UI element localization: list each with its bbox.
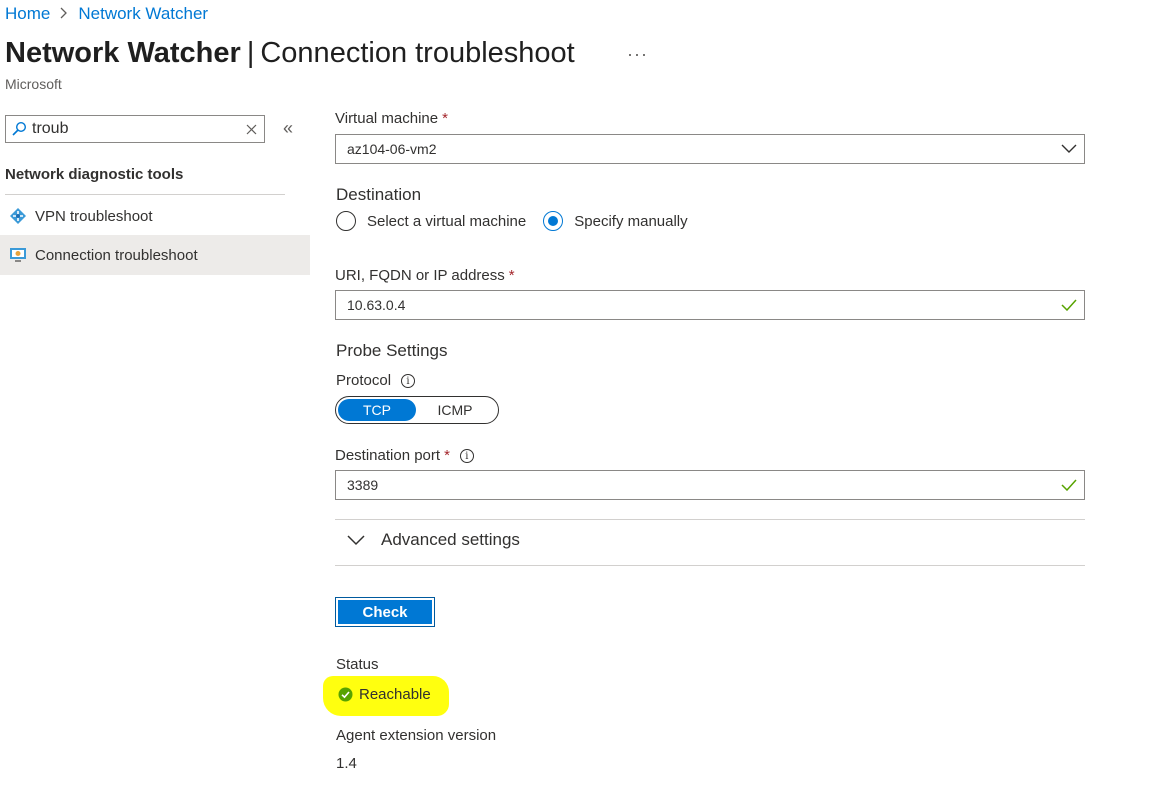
chevron-down-icon	[1054, 144, 1084, 154]
radio-specify-manually[interactable]: Specify manually	[543, 211, 688, 231]
checkmark-icon	[1054, 299, 1084, 311]
address-input-value: 10.63.0.4	[347, 297, 406, 313]
title-separator: |	[246, 37, 255, 69]
info-icon[interactable]: i	[401, 374, 416, 389]
breadcrumb: Home Network Watcher	[5, 4, 208, 24]
blade-name: Connection troubleshoot	[260, 37, 575, 69]
divider	[335, 519, 1085, 520]
radio-label: Specify manually	[574, 212, 688, 230]
status-text: Reachable	[359, 686, 431, 703]
clear-icon[interactable]	[238, 124, 264, 135]
advanced-settings-label: Advanced settings	[381, 530, 520, 549]
success-check-icon	[338, 687, 353, 702]
port-input-value: 3389	[347, 477, 379, 493]
vm-select[interactable]: az104-06-vm2	[335, 134, 1085, 164]
protocol-option-tcp[interactable]: TCP	[338, 399, 416, 421]
protocol-option-icmp[interactable]: ICMP	[416, 399, 494, 421]
chevron-right-icon	[60, 6, 68, 23]
radio-label: Select a virtual machine	[367, 212, 527, 230]
menu-search-box[interactable]: troub	[5, 115, 265, 143]
checkmark-icon	[1054, 479, 1084, 491]
info-icon[interactable]: i	[459, 449, 474, 464]
port-label-text: Destination port	[335, 447, 441, 464]
vpn-icon	[0, 207, 35, 225]
status-label: Status	[336, 656, 379, 673]
address-input[interactable]: 10.63.0.4	[335, 290, 1085, 320]
required-mark: *	[442, 110, 448, 127]
destination-title: Destination	[336, 185, 422, 204]
vm-label-text: Virtual machine	[335, 110, 439, 127]
status-value: Reachable	[338, 686, 431, 703]
publisher-label: Microsoft	[5, 76, 62, 92]
nav-group-title: Network diagnostic tools	[5, 166, 184, 183]
check-button[interactable]: Check	[335, 597, 435, 627]
port-label: Destination port * i	[335, 447, 474, 464]
divider	[335, 565, 1085, 566]
protocol-toggle[interactable]: TCP ICMP	[335, 396, 499, 424]
chevron-down-icon	[347, 534, 365, 546]
advanced-settings-expander[interactable]: Advanced settings	[347, 530, 520, 550]
vm-label: Virtual machine *	[335, 110, 448, 127]
collapse-menu-button[interactable]: «	[283, 118, 293, 139]
search-input[interactable]: troub	[32, 120, 238, 138]
protocol-label: Protocol i	[336, 372, 416, 389]
breadcrumb-home-link[interactable]: Home	[5, 4, 50, 24]
agent-version-label: Agent extension version	[336, 727, 497, 744]
monitor-icon	[0, 247, 35, 263]
destination-radio-group: Select a virtual machine Specify manuall…	[336, 211, 705, 231]
page-title: Network Watcher | Connection troubleshoot	[5, 37, 575, 70]
radio-select-vm[interactable]: Select a virtual machine	[336, 211, 526, 231]
breadcrumb-network-watcher-link[interactable]: Network Watcher	[78, 4, 208, 24]
sidebar-item-label: Connection troubleshoot	[35, 246, 198, 264]
required-mark: *	[508, 267, 515, 284]
address-label-text: URI, FQDN or IP address	[335, 267, 505, 284]
agent-version-value: 1.4	[336, 755, 357, 772]
probe-settings-title: Probe Settings	[336, 341, 448, 360]
more-options-button[interactable]: ···	[627, 44, 648, 65]
sidebar-item-connection-troubleshoot[interactable]: Connection troubleshoot	[0, 235, 310, 275]
vm-select-value: az104-06-vm2	[347, 141, 437, 157]
search-icon	[6, 121, 32, 137]
radio-button-selected[interactable]	[543, 211, 564, 231]
sidebar-item-label: VPN troubleshoot	[35, 207, 153, 225]
radio-button[interactable]	[336, 211, 356, 231]
sidebar-item-vpn-troubleshoot[interactable]: VPN troubleshoot	[0, 196, 310, 236]
address-label: URI, FQDN or IP address *	[335, 267, 515, 284]
nav-divider	[5, 194, 285, 195]
port-input[interactable]: 3389	[335, 470, 1085, 500]
required-mark: *	[444, 447, 450, 464]
service-name: Network Watcher	[5, 37, 241, 69]
protocol-label-text: Protocol	[336, 372, 392, 389]
